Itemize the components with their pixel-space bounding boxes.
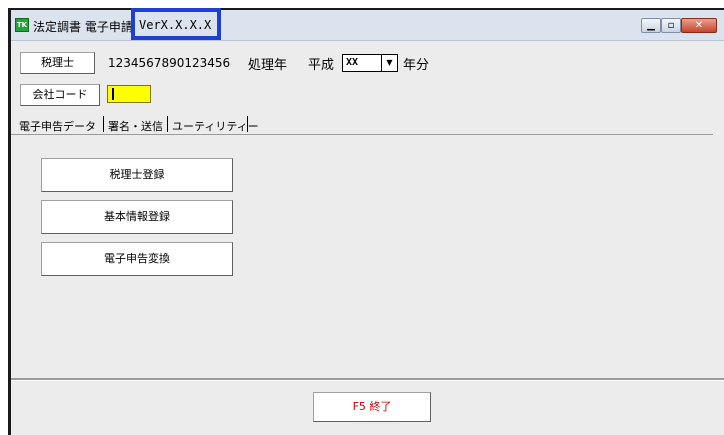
era-label: 平成	[308, 58, 335, 73]
tax-accountant-id: 1234567890123456	[108, 56, 231, 70]
version-label: VerX.X.X.X	[139, 18, 212, 32]
year-suffix-label: 年分	[403, 58, 430, 73]
maximize-icon: ▫	[667, 19, 675, 31]
app-window: TK 法定調書 電子申請 VerX.X.X.X ▁ ▫ ✕ 税理士 123456…	[8, 8, 724, 435]
text-caret	[112, 88, 114, 100]
maximize-button[interactable]: ▫	[661, 18, 681, 33]
close-button[interactable]: ✕	[681, 18, 717, 33]
tab-strip-line	[11, 134, 713, 135]
tab-sign-send[interactable]: 署名・送信	[108, 118, 163, 134]
register-accountant-button[interactable]: 税理士登録	[41, 158, 233, 192]
title-bar: TK 法定調書 電子申請 VerX.X.X.X ▁ ▫ ✕	[11, 8, 724, 41]
exit-button[interactable]: F5 終了	[313, 392, 431, 422]
tab-separator	[247, 116, 248, 132]
register-basic-info-button[interactable]: 基本情報登録	[41, 200, 233, 234]
tab-separator	[103, 116, 104, 132]
year-select[interactable]: XX ▼	[342, 54, 398, 72]
tab-separator	[167, 116, 168, 132]
version-highlight-box: VerX.X.X.X	[131, 8, 221, 40]
window-title: 法定調書 電子申請	[33, 20, 133, 34]
tax-accountant-button[interactable]: 税理士	[20, 52, 95, 74]
processing-year-label: 処理年	[248, 58, 288, 73]
convert-e-filing-button[interactable]: 電子申告変換	[41, 242, 233, 276]
minimize-icon: ▁	[647, 19, 655, 31]
year-select-value: XX	[346, 57, 359, 68]
company-code-input[interactable]	[107, 85, 151, 103]
app-icon: TK	[15, 18, 29, 32]
dropdown-arrow-icon[interactable]: ▼	[381, 55, 397, 71]
tab-e-filing-data[interactable]: 電子申告データ	[19, 118, 96, 134]
close-icon: ✕	[694, 19, 704, 31]
footer-divider	[11, 378, 724, 381]
minimize-button[interactable]: ▁	[641, 18, 661, 33]
tab-utility[interactable]: ユーティリティー	[172, 118, 259, 134]
company-code-button[interactable]: 会社コード	[20, 84, 100, 106]
